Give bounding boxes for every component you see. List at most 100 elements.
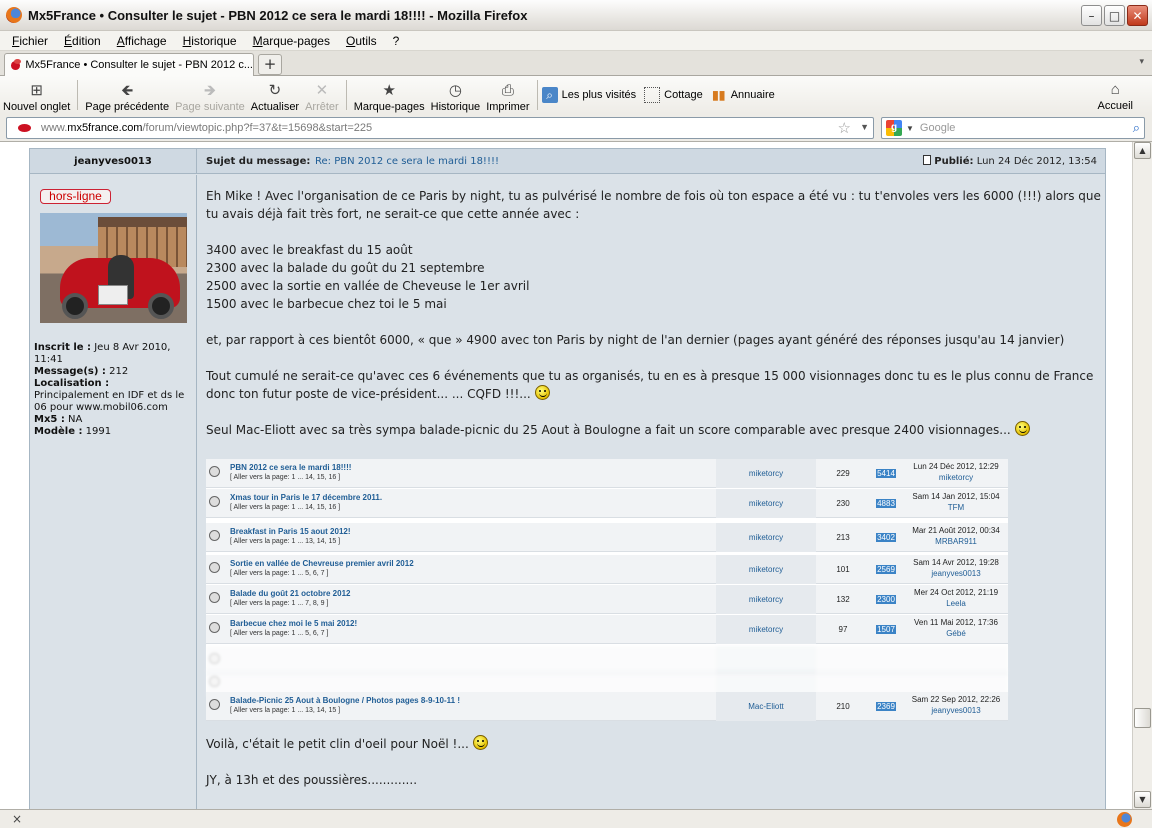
topic-views: 1507 bbox=[868, 615, 904, 644]
window-controls: – □ ✕ bbox=[1081, 5, 1148, 26]
avatar bbox=[40, 213, 187, 323]
scroll-thumb[interactable] bbox=[1134, 708, 1151, 728]
last-user: jeanyves0013 bbox=[931, 569, 981, 578]
location-value: Principalement en IDF et ds le 06 pour w… bbox=[34, 390, 185, 413]
post-icon[interactable] bbox=[923, 155, 932, 165]
menu-marque-pages[interactable]: Marque-pages bbox=[245, 34, 338, 48]
site-favicon-icon bbox=[11, 58, 22, 70]
toolbar-separator bbox=[345, 80, 347, 110]
post-paragraph: et, par rapport à ces bientôt 6000, « qu… bbox=[206, 333, 1065, 347]
reload-label: Actualiser bbox=[250, 101, 300, 113]
history-button[interactable]: ◷ Historique bbox=[428, 77, 484, 114]
model-value: 1991 bbox=[85, 426, 112, 437]
menu-historique[interactable]: Historique bbox=[175, 34, 245, 48]
post-author[interactable]: jeanyves0013 bbox=[30, 149, 197, 174]
close-findbar-icon[interactable]: × bbox=[12, 812, 22, 826]
subject-link[interactable]: Re: PBN 2012 ce sera le mardi 18!!!! bbox=[315, 149, 499, 174]
last-user: jeanyves0013 bbox=[931, 706, 981, 715]
bookmarks-button[interactable]: ★ Marque-pages bbox=[351, 77, 428, 114]
topic-status-icon bbox=[209, 676, 220, 687]
topic-status-icon bbox=[209, 592, 220, 603]
status-badge: hors-ligne bbox=[40, 189, 111, 204]
views-value: 5414 bbox=[876, 469, 896, 478]
post-line: 3400 avec le breakfast du 15 août bbox=[206, 243, 413, 257]
bookmarks-star-icon: ★ bbox=[382, 82, 396, 99]
stop-button[interactable]: ✕ Arrêter bbox=[302, 77, 342, 114]
topic-last-post: Mer 24 Oct 2012, 21:19 Leela bbox=[904, 587, 1008, 609]
back-label: Page précédente bbox=[85, 101, 170, 113]
menu-edition[interactable]: Édition bbox=[56, 34, 109, 48]
home-icon: ⌂ bbox=[1110, 81, 1120, 98]
print-button[interactable]: ⎙ Imprimer bbox=[483, 77, 532, 114]
location-label: Localisation : bbox=[34, 378, 110, 389]
bookmark-star-icon[interactable]: ☆ bbox=[838, 119, 851, 137]
close-button[interactable]: ✕ bbox=[1127, 5, 1148, 26]
bookmark-annuaire[interactable]: ▮▮ Annuaire bbox=[711, 87, 775, 103]
tab-list-dropdown[interactable]: ▾ bbox=[1139, 57, 1144, 67]
site-identity-icon[interactable] bbox=[13, 119, 35, 137]
topic-views: 2569 bbox=[868, 555, 904, 584]
topic-last-post: Sam 14 Jan 2012, 15:04 TFM bbox=[904, 491, 1008, 513]
topic-title: Sortie en vallée de Chevreuse premier av… bbox=[230, 559, 414, 568]
messages-label: Message(s) : bbox=[34, 366, 106, 377]
back-arrow-icon: 🡸 bbox=[121, 82, 134, 99]
new-tab-button[interactable]: + bbox=[258, 54, 282, 75]
topic-last-post: Lun 24 Déc 2012, 12:29 miketorcy bbox=[904, 461, 1008, 483]
reload-icon: ↻ bbox=[268, 82, 282, 99]
vertical-scrollbar[interactable]: ▲ ▼ bbox=[1132, 142, 1152, 809]
last-user: miketorcy bbox=[938, 473, 974, 482]
menu-affichage[interactable]: Affichage bbox=[109, 34, 175, 48]
maximize-button[interactable]: □ bbox=[1104, 5, 1125, 26]
bookmark-cottage[interactable]: Cottage bbox=[644, 87, 703, 103]
reload-button[interactable]: ↻ Actualiser bbox=[248, 77, 302, 114]
dotted-page-icon bbox=[644, 87, 661, 103]
tab-active[interactable]: Mx5France • Consulter le sujet - PBN 201… bbox=[4, 53, 254, 76]
avatar-wheel bbox=[62, 293, 88, 319]
print-label: Imprimer bbox=[486, 101, 530, 113]
post-paragraph: Voilà, c'était le petit clin d'oeil pour… bbox=[206, 735, 1101, 753]
forward-label: Page suivante bbox=[175, 101, 245, 113]
bookmark-label: Annuaire bbox=[730, 89, 775, 101]
post-line: 1500 avec le barbecue chez toi le 5 mai bbox=[206, 297, 447, 311]
url-dropdown-icon[interactable]: ▼ bbox=[860, 122, 869, 132]
menu-fichier[interactable]: Fichier bbox=[4, 34, 56, 48]
mx5-label: Mx5 : bbox=[34, 414, 65, 425]
topic-pages: [ Aller vers la page: 1 ... 5, 6, 7 ] bbox=[230, 570, 329, 577]
topic-pages: [ Aller vers la page: 1 ... 5, 6, 7 ] bbox=[230, 630, 329, 637]
minimize-button[interactable]: – bbox=[1081, 5, 1102, 26]
topic-title: Breakfast in Paris 15 aout 2012! bbox=[230, 527, 351, 536]
search-bar[interactable]: g ▼ Google ⌕ bbox=[881, 117, 1145, 139]
home-button[interactable]: ⌂ Accueil bbox=[1095, 76, 1136, 113]
topic-title: Balade du goût 21 octobre 2012 bbox=[230, 589, 351, 598]
post-text: Tout cumulé ne serait-ce qu'avec ces 6 é… bbox=[206, 369, 1094, 401]
forward-button[interactable]: 🡺 Page suivante bbox=[172, 77, 248, 114]
last-date: Sam 14 Jan 2012, 15:04 bbox=[912, 492, 1000, 501]
topic-views: 2369 bbox=[868, 692, 904, 721]
last-date: Sam 22 Sep 2012, 22:26 bbox=[911, 695, 1001, 704]
back-button[interactable]: 🡸 Page précédente bbox=[82, 77, 172, 114]
topic-views: 3402 bbox=[868, 523, 904, 552]
menu-help[interactable]: ? bbox=[385, 34, 408, 48]
post-body: Eh Mike ! Avec l'organisation de ce Pari… bbox=[206, 187, 1101, 439]
new-tab-toolbar-button[interactable]: ⊞ Nouvel onglet bbox=[0, 77, 73, 114]
views-value: 2569 bbox=[876, 565, 896, 574]
post-paragraph: Eh Mike ! Avec l'organisation de ce Pari… bbox=[206, 189, 1101, 221]
topic-row: PBN 2012 ce sera le mardi 18!!!! [ Aller… bbox=[206, 459, 1008, 488]
menubar: Fichier Édition Affichage Historique Mar… bbox=[0, 31, 1152, 51]
views-value: 2369 bbox=[876, 702, 896, 711]
topic-status-icon bbox=[209, 530, 220, 541]
bookmark-most-visited[interactable]: ⌕ Les plus visités bbox=[541, 87, 636, 103]
topic-status-icon bbox=[209, 622, 220, 633]
last-user: Gébé bbox=[946, 629, 966, 638]
google-icon[interactable]: g bbox=[886, 120, 902, 136]
last-user: TFM bbox=[947, 503, 965, 512]
scroll-down-button[interactable]: ▼ bbox=[1134, 791, 1151, 808]
url-bar[interactable]: www. mx5france.com/forum/viewtopic.php?f=… bbox=[6, 117, 874, 139]
scroll-up-button[interactable]: ▲ bbox=[1134, 142, 1151, 159]
menu-outils[interactable]: Outils bbox=[338, 34, 385, 48]
clock-icon: ◷ bbox=[448, 82, 462, 99]
search-icon[interactable]: ⌕ bbox=[1133, 120, 1140, 136]
topic-row: Xmas tour in Paris le 17 décembre 2011. … bbox=[206, 489, 1008, 518]
topic-row: Balade du goût 21 octobre 2012 [ Aller v… bbox=[206, 585, 1008, 614]
search-engine-dropdown-icon[interactable]: ▼ bbox=[906, 124, 914, 133]
